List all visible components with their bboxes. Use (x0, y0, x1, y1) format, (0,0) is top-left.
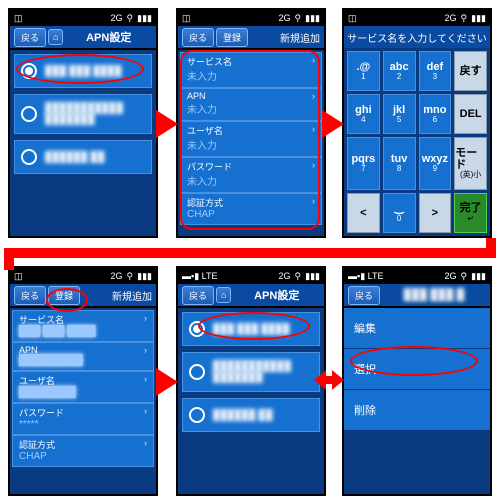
radio-icon (21, 149, 37, 165)
header: 戻る ███ ███ █ (344, 284, 490, 306)
content: 編集 選択 削除 (344, 308, 490, 494)
header: 戻る ⌂ APN設定 (10, 26, 156, 48)
radio-icon (189, 321, 205, 337)
screen-keypad: ◫ 2G⚲▮▮▮ サービス名を入力してください .@1abc2def3戻す ghi… (342, 8, 492, 238)
header: 戻る ⌂ APN設定 (178, 284, 324, 306)
keypad-key[interactable]: ‿0 (383, 193, 416, 233)
menu-delete[interactable]: 削除 (344, 390, 490, 431)
keypad-key[interactable]: tuv8 (383, 137, 416, 189)
radio-icon (189, 407, 205, 423)
keypad-key[interactable]: wxyz9 (419, 137, 452, 189)
home-button[interactable]: ⌂ (216, 287, 231, 303)
apn-option[interactable]: ███████████ ███████ (14, 94, 152, 134)
apn-option[interactable]: ██████ ██ (182, 398, 320, 432)
screen-apn-list-2: ▬▪▮ LTE 2G⚲▮▮▮ 戻る ⌂ APN設定 ███ ███ ████ █… (176, 266, 326, 496)
apn-option[interactable]: ███ ███ ████ (14, 54, 152, 88)
keypad-key[interactable]: 完了↵ (454, 193, 487, 233)
radio-icon (189, 364, 205, 380)
field-user[interactable]: ユーザ名›████████ (12, 371, 154, 403)
flow-line (4, 248, 496, 258)
field-service-name[interactable]: サービス名›未入力 (180, 52, 322, 88)
back-button[interactable]: 戻る (182, 286, 214, 305)
keypad-title: サービス名を入力してください (344, 26, 490, 48)
header: 戻る 登録 新規追加 (178, 26, 324, 48)
battery-icon: ▮▮▮ (137, 13, 152, 24)
keypad-key[interactable]: DEL (454, 94, 487, 134)
back-button[interactable]: 戻る (348, 286, 380, 305)
add-new-link[interactable]: 新規追加 (112, 288, 152, 303)
back-button[interactable]: 戻る (182, 28, 214, 47)
chevron-right-icon: › (312, 196, 315, 209)
keypad-key[interactable]: abc2 (383, 51, 416, 91)
status-bar: ◫ 2G⚲▮▮▮ (178, 10, 324, 26)
field-apn[interactable]: APN›未入力 (180, 88, 322, 121)
chevron-right-icon: › (312, 160, 315, 173)
status-bar: ▬▪▮ LTE 2G⚲▮▮▮ (344, 268, 490, 284)
content: サービス名›未入力 APN›未入力 ユーザ名›未入力 パスワード›未入力 認証方… (178, 50, 324, 236)
flow-arrow-right-icon (156, 110, 178, 138)
chevron-right-icon: › (312, 124, 315, 137)
page-title: APN設定 (233, 287, 320, 303)
screen-apn-list-1: ◫ 2G⚲▮▮▮ 戻る ⌂ APN設定 ███ ███ ████ ███████… (8, 8, 158, 238)
status-bar: ◫ 2G⚲▮▮▮ (10, 10, 156, 26)
status-bar: ◫ 2G⚲▮▮▮ (344, 10, 490, 26)
menu-edit[interactable]: 編集 (344, 308, 490, 349)
register-button[interactable]: 登録 (216, 28, 248, 47)
keypad-key[interactable]: ghi4 (347, 94, 380, 134)
radio-icon (21, 63, 37, 79)
field-service-name[interactable]: サービス名›███ ███ ████ (12, 310, 154, 342)
status-bar: ◫ 2G⚲▮▮▮ (10, 268, 156, 284)
field-password[interactable]: パスワード›***** (12, 403, 154, 435)
content: サービス名›███ ███ ████ APN›█████████ ユーザ名›██… (10, 308, 156, 494)
flow-line (4, 258, 14, 270)
header: 戻る 登録 新規追加 (10, 284, 156, 306)
keypad-key[interactable]: 戻す (454, 51, 487, 91)
keypad-key[interactable]: モード(英)小 (454, 137, 487, 189)
page-title: APN設定 (65, 29, 152, 45)
keypad-key[interactable]: .@1 (347, 51, 380, 91)
flow-arrow-right-icon (156, 368, 178, 396)
menu-select[interactable]: 選択 (344, 349, 490, 390)
chevron-right-icon: › (312, 91, 315, 101)
apn-option[interactable]: ███ ███ ████ (182, 312, 320, 346)
back-button[interactable]: 戻る (14, 28, 46, 47)
content: ███ ███ ████ ███████████ ███████ ██████ … (178, 308, 324, 494)
page-title: ███ ███ █ (382, 289, 486, 301)
content: ███ ███ ████ ███████████ ███████ ██████ … (10, 50, 156, 236)
apn-option[interactable]: ██████ ██ (14, 140, 152, 174)
screen-apn-edit: ◫ 2G⚲▮▮▮ 戻る 登録 新規追加 サービス名›未入力 APN›未入力 ユー… (176, 8, 326, 238)
keypad-key[interactable]: > (419, 193, 452, 233)
keypad-key[interactable]: pqrs7 (347, 137, 380, 189)
field-user[interactable]: ユーザ名›未入力 (180, 121, 322, 157)
field-auth[interactable]: 認証方式›CHAP (180, 193, 322, 225)
back-button[interactable]: 戻る (14, 286, 46, 305)
apn-option[interactable]: ███████████ ███████ (182, 352, 320, 392)
keypad-key[interactable]: < (347, 193, 380, 233)
status-bar: ▬▪▮ LTE 2G⚲▮▮▮ (178, 268, 324, 284)
keypad-key[interactable]: jkl5 (383, 94, 416, 134)
home-button[interactable]: ⌂ (48, 29, 63, 45)
field-password[interactable]: パスワード›未入力 (180, 157, 322, 193)
radio-icon (21, 106, 37, 122)
screen-context-menu: ▬▪▮ LTE 2G⚲▮▮▮ 戻る ███ ███ █ 編集 選択 削除 (342, 266, 492, 496)
register-button[interactable]: 登録 (48, 286, 80, 305)
keypad: .@1abc2def3戻す ghi4jkl5mno6DEL pqrs7tuv8wxy… (344, 48, 490, 236)
keypad-key[interactable]: mno6 (419, 94, 452, 134)
chevron-right-icon: › (312, 55, 315, 68)
keypad-key[interactable]: def3 (419, 51, 452, 91)
carrier-icon: ◫ (14, 13, 23, 24)
field-apn[interactable]: APN›█████████ (12, 342, 154, 371)
flow-arrow-right-icon (322, 110, 344, 138)
screen-apn-filled: ◫ 2G⚲▮▮▮ 戻る 登録 新規追加 サービス名›███ ███ ████ A… (8, 266, 158, 496)
field-auth[interactable]: 認証方式›CHAP (12, 435, 154, 467)
add-new-link[interactable]: 新規追加 (280, 30, 320, 45)
